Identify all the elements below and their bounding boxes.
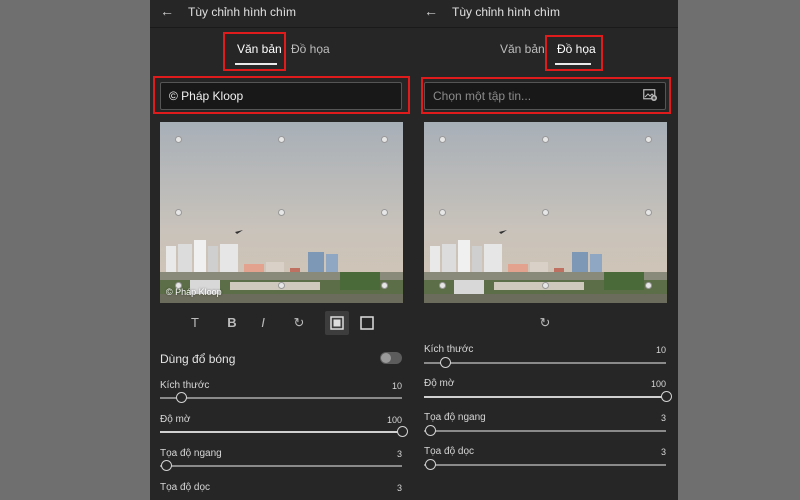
slider-label: Tọa độ dọc [424,446,475,457]
slider-thumb[interactable] [661,391,672,402]
slider-track[interactable] [424,430,666,432]
highlight-box-input [421,77,671,114]
slider-track[interactable] [424,362,666,364]
slider-thumb[interactable] [440,357,451,368]
resize-handle[interactable] [645,209,652,216]
bold-icon[interactable]: B [220,311,244,335]
slider-value: 3 [396,449,402,459]
text-toolbar: T B I ↻ [150,311,414,335]
highlight-box-tab [545,35,603,71]
slider-track[interactable] [160,465,402,467]
page-title: Tùy chỉnh hình chìm [188,5,297,19]
preview-watermark-text: © Pháp Kloop [166,287,222,297]
slider-value: 3 [396,483,402,493]
arrow-left-icon[interactable]: ← [160,3,174,19]
tab-text[interactable]: Văn bản [500,42,545,56]
resize-handle[interactable] [645,136,652,143]
resize-handle[interactable] [175,209,182,216]
resize-handle[interactable] [175,282,182,289]
resize-handle[interactable] [542,282,549,289]
header: ← Tùy chỉnh hình chìm [150,0,414,28]
outline-square-icon[interactable] [355,311,379,335]
resize-handle[interactable] [542,136,549,143]
preview-image [424,122,667,303]
slider-track[interactable] [160,397,402,399]
slider-value: 3 [660,413,666,423]
slider-track[interactable] [424,464,666,466]
resize-handle[interactable] [175,136,182,143]
italic-icon[interactable]: I [251,311,275,335]
resize-handle[interactable] [278,209,285,216]
slider-track[interactable] [424,396,666,398]
slider-label: Độ mờ [160,414,191,425]
resize-handle[interactable] [439,209,446,216]
slider-track[interactable] [160,431,402,433]
slider-label: Độ mờ [424,378,455,389]
toggle-knob [381,353,391,363]
graphics-toolbar: ↻ [414,311,678,335]
filled-square-icon[interactable] [325,311,349,335]
slider-value: 10 [655,345,666,355]
slider-thumb[interactable] [161,460,172,471]
highlight-box-input [153,76,410,114]
resize-handle[interactable] [278,282,285,289]
resize-handle[interactable] [542,209,549,216]
page-title: Tùy chỉnh hình chìm [452,5,561,19]
rotate-icon[interactable]: ↻ [287,311,311,335]
slider-thumb[interactable] [397,426,408,437]
slider-value: 100 [650,379,666,389]
resize-handle[interactable] [278,136,285,143]
shadow-label: Dùng đổ bóng [160,352,236,366]
arrow-left-icon[interactable]: ← [424,3,438,19]
resize-handle[interactable] [381,136,388,143]
resize-handle[interactable] [381,209,388,216]
slider-value: 10 [391,381,402,391]
slider-label: Kích thước [424,344,474,355]
header: ← Tùy chỉnh hình chìm [414,0,678,28]
slider-thumb[interactable] [176,392,187,403]
slider-label: Tọa độ ngang [424,412,486,423]
rotate-icon[interactable]: ↻ [533,311,557,335]
resize-handle[interactable] [381,282,388,289]
resize-handle[interactable] [439,282,446,289]
preview-image: © Pháp Kloop [160,122,403,303]
resize-handle[interactable] [439,136,446,143]
slider-value: 100 [386,415,402,425]
slider-thumb[interactable] [425,459,436,470]
resize-handle[interactable] [645,282,652,289]
text-icon[interactable]: T [183,311,207,335]
slider-label: Kích thước [160,380,210,391]
text-watermark-panel: ← Tùy chỉnh hình chìm Văn bản Đồ họa © P… [150,0,414,500]
slider-thumb[interactable] [425,425,436,436]
tab-graphics[interactable]: Đồ họa [291,42,330,56]
slider-value: 3 [660,447,666,457]
slider-label: Tọa độ dọc [160,482,211,493]
slider-label: Tọa độ ngang [160,448,222,459]
shadow-toggle[interactable] [380,352,402,364]
graphics-watermark-panel: ← Tùy chỉnh hình chìm Văn bản Đồ họa Chọ… [414,0,678,500]
highlight-box-tab [223,32,286,71]
